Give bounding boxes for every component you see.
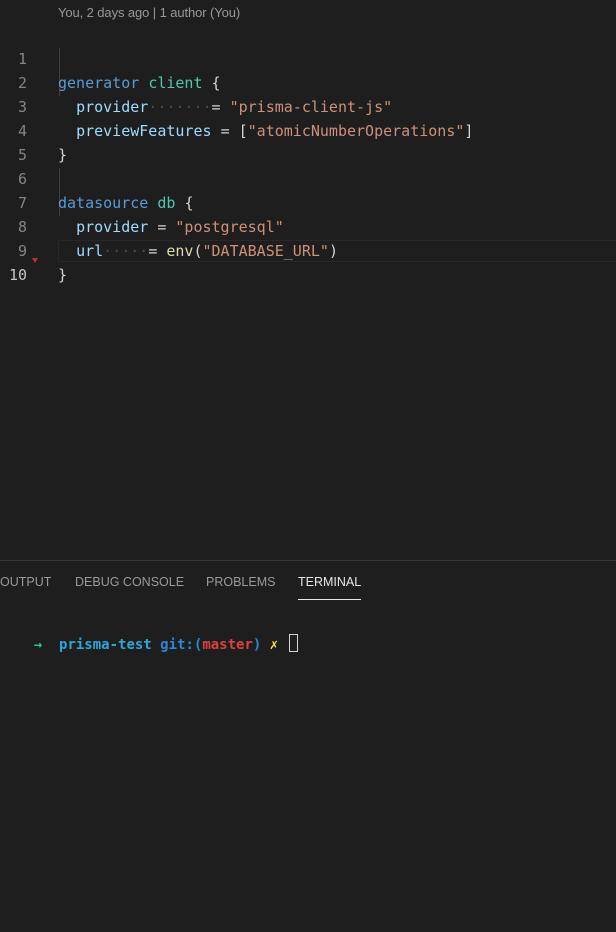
terminal-directory: prisma-test <box>59 637 152 653</box>
bottom-panel: OUTPUT DEBUG CONSOLE PROBLEMS TERMINAL →… <box>0 560 616 932</box>
code-line[interactable]: 2 provider·······= "prisma-client-js" <box>0 47 616 116</box>
git-prefix: git:( <box>160 637 203 653</box>
dirty-mark-icon: ✗ <box>269 637 279 653</box>
code-line[interactable]: 8 url·····= env("DATABASE_URL") <box>0 191 616 260</box>
tab-debug-console[interactable]: DEBUG CONSOLE <box>75 575 184 589</box>
terminal-cursor[interactable] <box>288 634 298 652</box>
code-line[interactable]: 6 datasource db { <box>0 143 616 212</box>
tab-terminal[interactable]: TERMINAL <box>298 575 361 589</box>
code-line[interactable]: 4 } <box>0 95 616 164</box>
prompt-arrow-icon: → <box>33 637 43 653</box>
tab-problems[interactable]: PROBLEMS <box>206 575 275 589</box>
tab-output[interactable]: OUTPUT <box>0 575 51 589</box>
git-branch: master <box>202 637 253 653</box>
active-tab-indicator <box>298 599 361 600</box>
git-suffix: ) <box>252 637 262 653</box>
code-line[interactable]: 5 <box>0 119 616 164</box>
code-line[interactable]: 10 <box>0 239 616 284</box>
code-line[interactable]: 3 previewFeatures = ["atomicNumberOperat… <box>0 71 616 140</box>
code-line[interactable]: 9 } <box>0 215 616 284</box>
panel-tab-bar: OUTPUT DEBUG CONSOLE PROBLEMS TERMINAL <box>0 561 616 601</box>
brace-token: } <box>58 266 68 284</box>
codelens-blame[interactable]: You, 2 days ago | 1 author (You) <box>58 5 240 20</box>
code-editor[interactable]: You, 2 days ago | 1 author (You) 1 gener… <box>0 0 616 560</box>
code-line[interactable]: 7 provider = "postgresql" <box>0 167 616 236</box>
code-line[interactable]: 1 generator client { <box>0 23 616 92</box>
line-number-active: 10 <box>8 266 27 284</box>
terminal-prompt[interactable]: → prisma-test git:(master) ✗ <box>0 614 298 675</box>
